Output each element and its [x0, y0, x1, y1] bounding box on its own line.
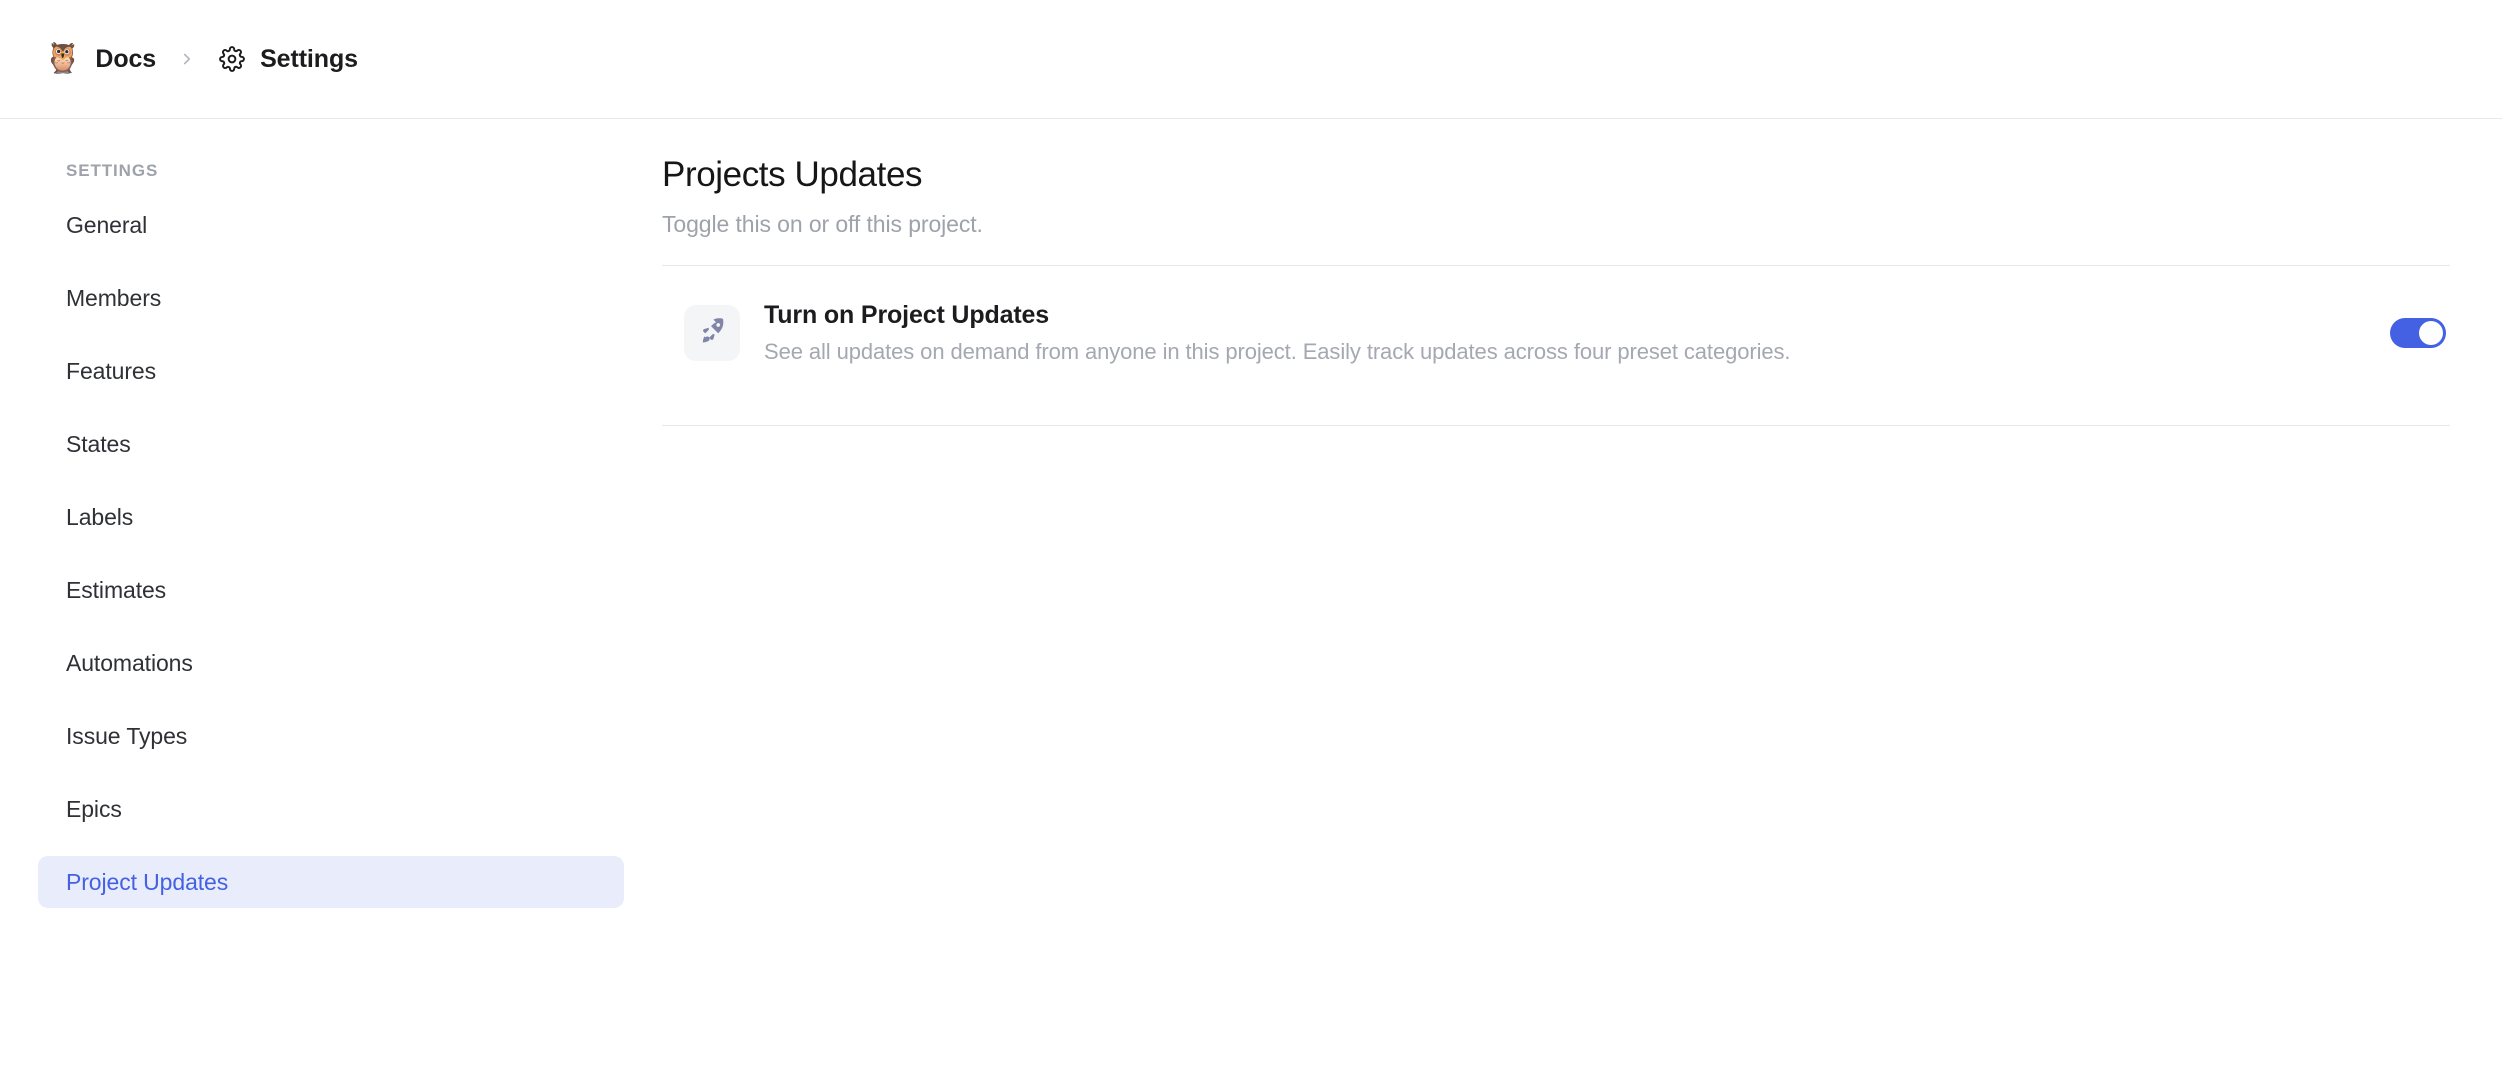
owl-emoji-icon: 🦉 — [44, 42, 82, 75]
breadcrumb-item-docs[interactable]: 🦉 Docs — [38, 40, 162, 78]
sidebar-item-label: Estimates — [66, 576, 167, 603]
sidebar-item-epics[interactable]: Epics — [38, 783, 624, 835]
sidebar-item-label: Features — [66, 357, 156, 384]
sidebar-item-label: Issue Types — [66, 722, 188, 749]
breadcrumb: 🦉 Docs Settings — [38, 40, 364, 78]
sidebar-section-title: SETTINGS — [66, 161, 159, 180]
sidebar-item-label: States — [66, 430, 131, 457]
breadcrumb-docs-label: Docs — [95, 44, 157, 73]
sidebar-item-label: Epics — [66, 795, 122, 822]
sidebar-item-project-updates[interactable]: Project Updates — [38, 856, 624, 908]
page-title: Projects Updates — [662, 155, 923, 194]
sidebar-item-general[interactable]: General — [38, 199, 624, 251]
sidebar-item-automations[interactable]: Automations — [38, 637, 624, 689]
page-body: SETTINGS General Members Features States Lab… — [0, 119, 2502, 1076]
sidebar-item-issue-types[interactable]: Issue Types — [38, 710, 624, 762]
sidebar-item-states[interactable]: States — [38, 418, 624, 470]
settings-sidebar: SETTINGS General Members Features States Lab… — [0, 119, 662, 1076]
chevron-right-icon — [178, 50, 196, 68]
divider-bottom — [662, 425, 2450, 426]
feature-description: See all updates on demand from anyone in… — [764, 339, 1791, 364]
sidebar-item-label: Labels — [66, 503, 134, 530]
project-updates-toggle[interactable] — [2390, 318, 2446, 348]
sidebar-item-estimates[interactable]: Estimates — [38, 564, 624, 616]
feature-text-block: Turn on Project Updates See all updates … — [764, 301, 2366, 365]
sidebar-item-label: Members — [66, 284, 162, 311]
gear-icon — [218, 45, 246, 73]
sidebar-item-members[interactable]: Members — [38, 272, 624, 324]
breadcrumb-settings-label: Settings — [260, 44, 358, 73]
breadcrumb-item-settings[interactable]: Settings — [212, 41, 364, 78]
feature-title: Turn on Project Updates — [764, 301, 1050, 329]
toggle-knob — [2419, 321, 2443, 345]
sidebar-item-features[interactable]: Features — [38, 345, 624, 397]
settings-main-panel: Projects Updates Toggle this on or off t… — [662, 119, 2502, 1076]
sidebar-nav-list: General Members Features States Labels Estima… — [38, 199, 624, 908]
sidebar-item-label: Project Updates — [66, 868, 229, 895]
rocket-icon-tile — [684, 305, 740, 361]
top-header-bar: 🦉 Docs Settings — [0, 0, 2502, 119]
sidebar-item-label: General — [66, 211, 148, 238]
page-subtitle: Toggle this on or off this project. — [662, 211, 983, 237]
sidebar-item-labels[interactable]: Labels — [38, 491, 624, 543]
project-updates-feature-row: Turn on Project Updates See all updates … — [662, 266, 2450, 398]
rocket-icon — [697, 316, 727, 351]
sidebar-item-label: Automations — [66, 649, 193, 676]
